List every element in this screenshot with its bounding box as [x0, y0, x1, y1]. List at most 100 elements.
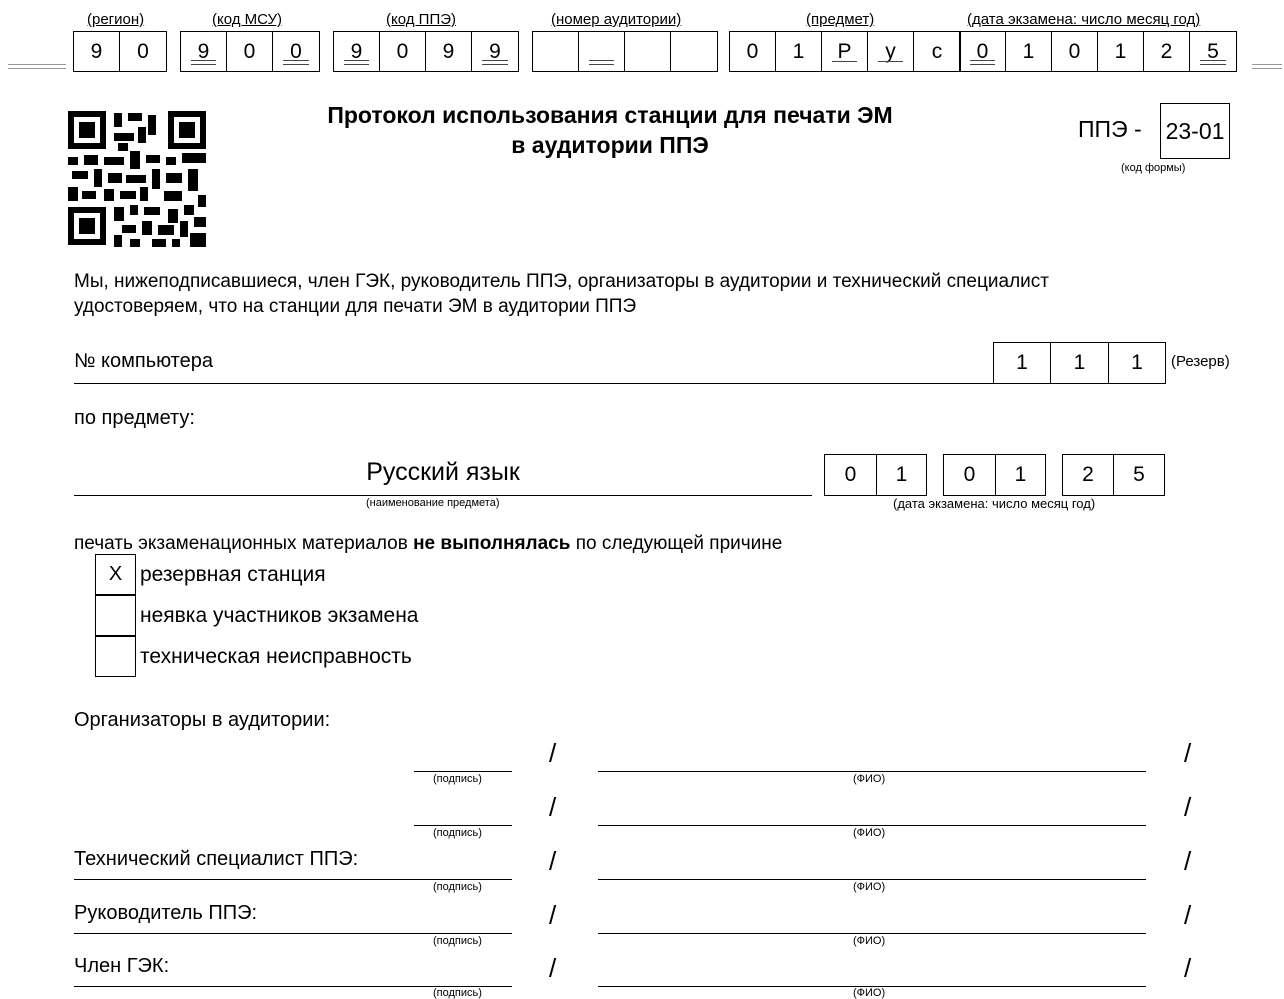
fio-caption: (ФИО) [853, 987, 886, 999]
tech-specialist-label: Технический специалист ППЭ: [74, 848, 359, 870]
region-cells: 9 0 [73, 31, 167, 72]
subject-label-text: по предмету: [74, 407, 195, 429]
slash-separator: / [1184, 792, 1192, 822]
signature-caption: (подпись) [433, 987, 482, 999]
slash-separator: / [549, 792, 557, 822]
reason-checkbox[interactable] [95, 595, 136, 636]
fio-caption: (ФИО) [853, 881, 886, 893]
slash-separator: / [1184, 900, 1192, 930]
reason-checkbox[interactable]: X [95, 554, 136, 595]
subject-cell: 1 [776, 32, 822, 71]
computer-digit: 1 [993, 342, 1051, 384]
ppe-cell: 9 [334, 32, 380, 71]
subject-cells: 0 1 Р у с [729, 31, 961, 72]
date-cell: 1 [1006, 32, 1052, 71]
ppe-cell: 9 [472, 32, 518, 71]
slash-separator: / [1184, 953, 1192, 983]
msu-label: (код МСУ) [212, 11, 283, 28]
fio-line [598, 771, 1146, 772]
room-cell [579, 32, 625, 71]
slash-separator: / [549, 846, 557, 876]
msu-cell: 0 [273, 32, 319, 71]
reason-option[interactable]: неявка участников экзамена [95, 595, 418, 636]
exam-date-digit: 5 [1113, 454, 1165, 496]
ppe-head-label: Руководитель ППЭ: [74, 902, 258, 924]
exam-date-digit: 1 [995, 454, 1046, 496]
subject-cell: 0 [730, 32, 776, 71]
reason-bold: не выполнялась [413, 533, 571, 554]
exam-date-digit: 1 [876, 454, 927, 496]
signature-line [74, 879, 512, 880]
title-line-1: Протокол использования станции для печат… [327, 102, 893, 128]
fio-caption: (ФИО) [853, 827, 886, 839]
document-title: Протокол использования станции для печат… [290, 100, 930, 160]
ppe-cell: 9 [426, 32, 472, 71]
form-code-prefix: ППЭ - [1078, 116, 1142, 142]
region-label: (регион) [87, 11, 145, 28]
date-label: (дата экзамена: число месяц год) [967, 11, 1201, 28]
date-cells: 0 1 0 1 2 5 [959, 31, 1237, 72]
msu-cells: 9 0 0 [180, 31, 320, 72]
ppe-label: (код ППЭ) [386, 11, 456, 28]
date-cell: 2 [1144, 32, 1190, 71]
exam-date-digit: 0 [943, 454, 996, 496]
room-cell [671, 32, 717, 71]
ppe-cell: 0 [380, 32, 426, 71]
room-cells [532, 31, 718, 72]
subject-caption: (наименование предмета) [366, 497, 500, 509]
signature-line [74, 933, 512, 934]
computer-underline [74, 383, 994, 384]
exam-date-digit: 2 [1062, 454, 1114, 496]
reason-option[interactable]: техническая неисправность [95, 636, 412, 677]
reason-option-label: неявка участников экзамена [140, 603, 419, 627]
title-line-2: в аудитории ППЭ [511, 132, 709, 158]
reason-option-label: резервная станция [140, 562, 326, 586]
slash-separator: / [1184, 846, 1192, 876]
subject-name: Русский язык [366, 458, 520, 486]
intro-line-2: удостоверяем, что на станции для печати … [74, 296, 637, 317]
subject-cell: у [868, 32, 914, 71]
room-cell [625, 32, 671, 71]
fio-caption: (ФИО) [853, 773, 886, 785]
gek-member-label: Член ГЭК: [74, 955, 170, 977]
slash-separator: / [549, 953, 557, 983]
signature-caption: (подпись) [433, 827, 482, 839]
room-label: (номер аудитории) [551, 11, 682, 28]
left-edge-line [8, 64, 66, 69]
slash-separator: / [1184, 738, 1192, 768]
signature-caption: (подпись) [433, 935, 482, 947]
date-cell: 0 [960, 32, 1006, 71]
fio-line [598, 825, 1146, 826]
msu-cell: 0 [227, 32, 273, 71]
ppe-cells: 9 0 9 9 [333, 31, 519, 72]
fio-caption: (ФИО) [853, 935, 886, 947]
qr-code [68, 111, 208, 247]
slash-separator: / [549, 738, 557, 768]
right-edge-line [1252, 64, 1282, 69]
subject-label: (предмет) [806, 11, 875, 28]
date-cell: 5 [1190, 32, 1236, 71]
exam-date-digit: 0 [824, 454, 877, 496]
subject-underline [74, 495, 812, 496]
computer-note: (Резерв) [1171, 353, 1230, 370]
reason-option[interactable]: X резервная станция [95, 554, 326, 595]
signature-line [414, 825, 512, 826]
fio-line [598, 879, 1146, 880]
computer-digit: 1 [1050, 342, 1109, 384]
msu-cell: 9 [181, 32, 227, 71]
signature-line [414, 771, 512, 772]
intro-line-1: Мы, нижеподписавшиеся, член ГЭК, руковод… [74, 271, 1049, 292]
signature-caption: (подпись) [433, 881, 482, 893]
reason-sentence: печать экзаменационных материалов не вып… [74, 533, 782, 555]
date-cell: 0 [1052, 32, 1098, 71]
computer-digit: 1 [1108, 342, 1166, 384]
reason-option-label: техническая неисправность [140, 644, 412, 668]
reason-checkbox[interactable] [95, 636, 136, 677]
form-code-box: 23-01 [1160, 103, 1230, 159]
exam-date-caption: (дата экзамена: число месяц год) [893, 496, 1096, 511]
subject-cell: с [931, 39, 943, 63]
region-cell: 0 [137, 39, 149, 63]
fio-line [598, 933, 1146, 934]
subject-cell: Р [822, 32, 868, 71]
signature-caption: (подпись) [433, 773, 482, 785]
